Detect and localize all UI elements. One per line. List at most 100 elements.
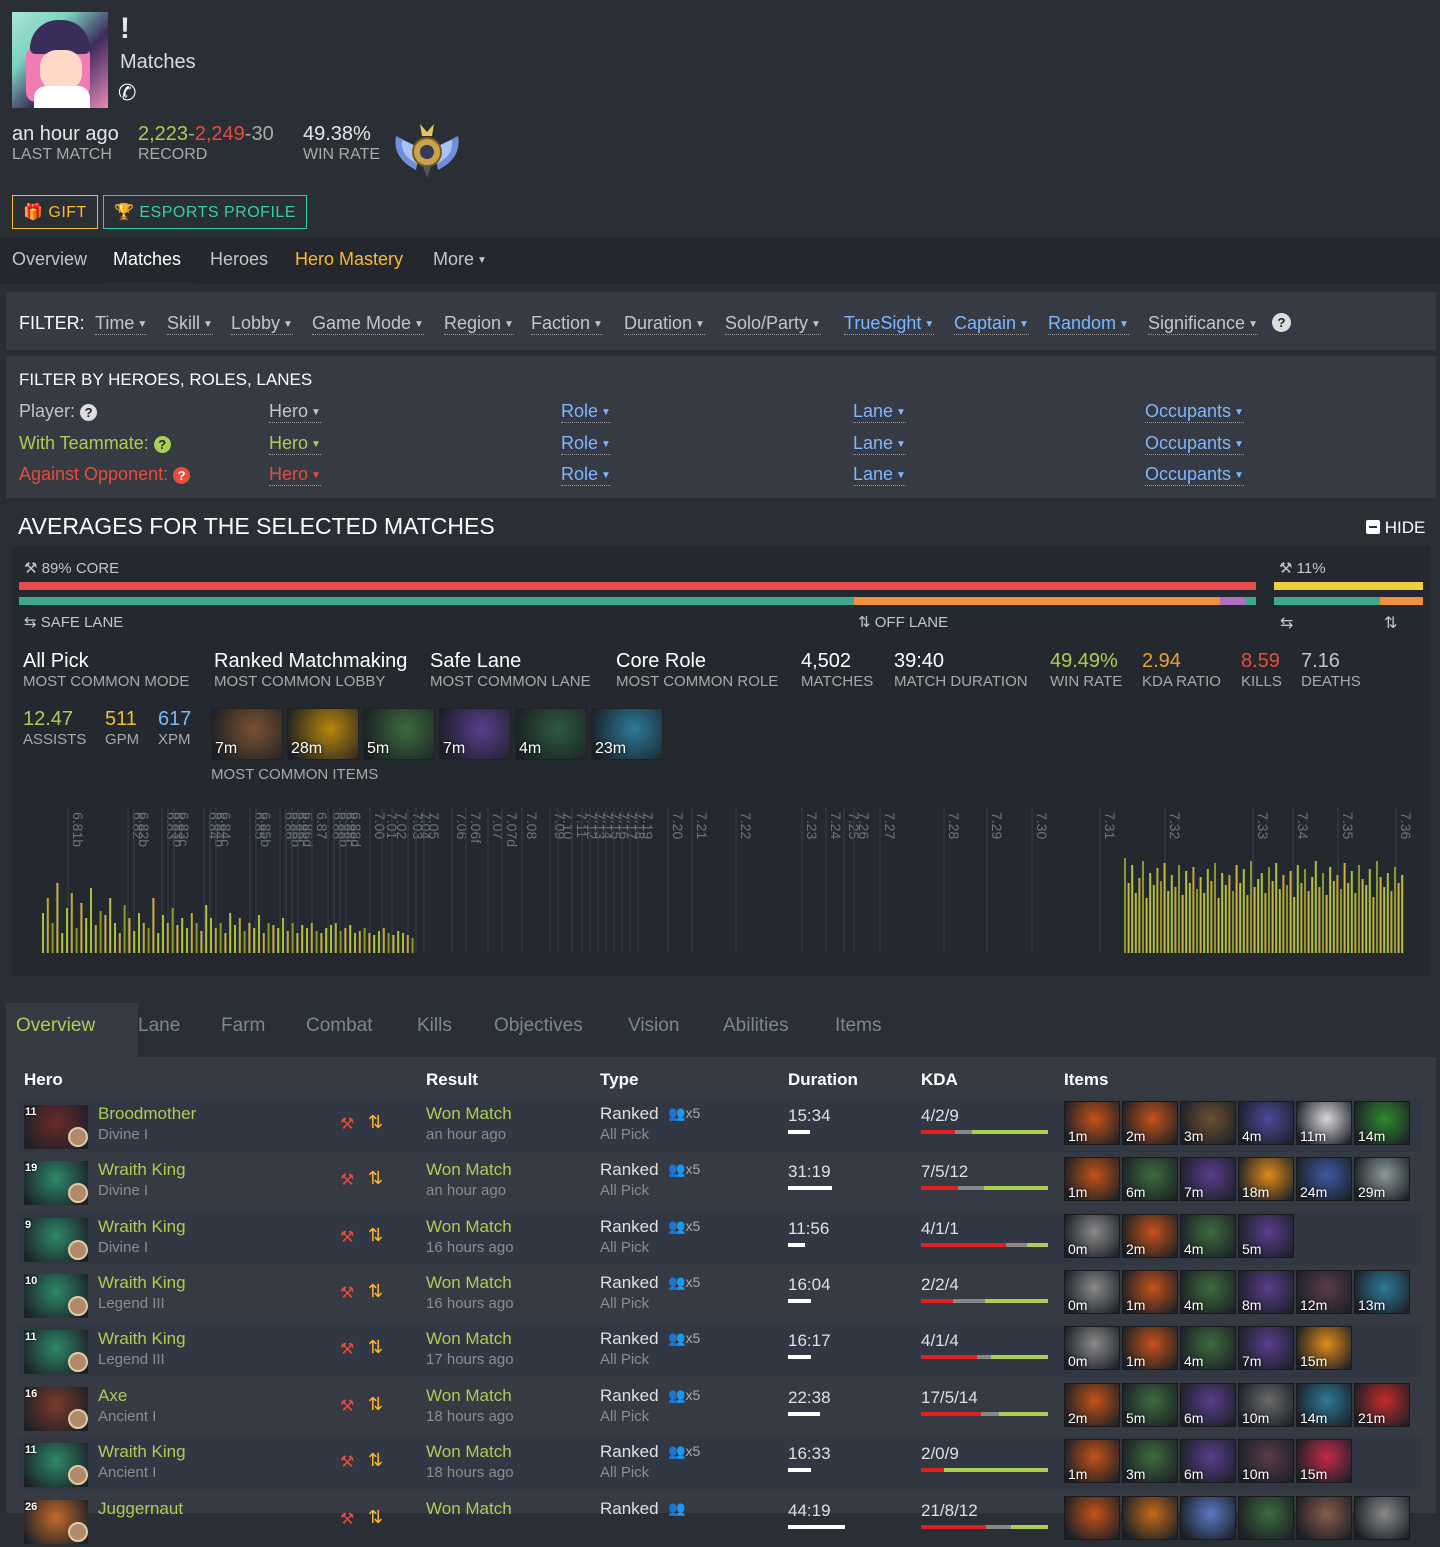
hero-portrait[interactable]: 11 [24, 1105, 88, 1149]
match-result[interactable]: Won Match [426, 1442, 512, 1462]
opponent-lane-select[interactable]: Lane ▼ [853, 464, 906, 486]
item-icon[interactable]: 5m [1122, 1383, 1178, 1427]
filter-time[interactable]: Time ▼ [95, 313, 148, 335]
player-lane-select[interactable]: Lane ▼ [853, 401, 906, 423]
hero-name[interactable]: Wraith King [98, 1329, 186, 1349]
table-row[interactable]: 11 Broodmother Divine I ⚒ ⇅ Won Match an hour … [18, 1099, 1422, 1152]
item-icon[interactable]: 4m [1238, 1101, 1294, 1145]
table-row[interactable]: 11 Wraith King Ancient I ⚒ ⇅ Won Match 18 hour… [18, 1437, 1422, 1490]
item-icon[interactable]: 13m [1354, 1270, 1410, 1314]
item-icon[interactable]: 6m [1180, 1383, 1236, 1427]
item-icon[interactable]: 0m [1064, 1270, 1120, 1314]
match-result[interactable]: Won Match [426, 1160, 512, 1180]
tab-farm[interactable]: Farm [221, 1015, 265, 1037]
table-row[interactable]: 10 Wraith King Legend III ⚒ ⇅ Won Match 16 hou… [18, 1268, 1422, 1321]
hero-portrait[interactable]: 19 [24, 1161, 88, 1205]
item-icon[interactable]: 6m [1122, 1157, 1178, 1201]
nav-hero-mastery[interactable]: Hero Mastery [295, 249, 403, 270]
table-row[interactable]: 9 Wraith King Divine I ⚒ ⇅ Won Match 16 hours … [18, 1212, 1422, 1265]
item-icon[interactable]: 15m [1296, 1439, 1352, 1483]
filter-solo-party[interactable]: Solo/Party ▼ [725, 313, 821, 335]
wand-icon[interactable]: 5m [363, 708, 435, 760]
match-result[interactable]: Won Match [426, 1217, 512, 1237]
col-result[interactable]: Result [426, 1070, 478, 1090]
tab-lane[interactable]: Lane [138, 1015, 180, 1037]
player-role-select[interactable]: Role ▼ [561, 401, 611, 423]
player-occupants-select[interactable]: Occupants ▼ [1145, 401, 1244, 423]
blade-icon[interactable]: 4m [515, 708, 587, 760]
hero-portrait[interactable]: 11 [24, 1443, 88, 1487]
power-treads-icon[interactable]: 7m [439, 708, 511, 760]
filter-duration[interactable]: Duration ▼ [624, 313, 705, 335]
item-icon[interactable]: 11m [1296, 1101, 1352, 1145]
item-icon[interactable]: 2m [1122, 1214, 1178, 1258]
teammate-role-select[interactable]: Role ▼ [561, 433, 611, 455]
item-icon[interactable]: 15m [1296, 1326, 1352, 1370]
player-hero-select[interactable]: Hero ▼ [269, 401, 321, 423]
col-type[interactable]: Type [600, 1070, 638, 1090]
boots-icon[interactable]: 7m [211, 708, 283, 760]
axe-icon[interactable]: 23m [591, 708, 663, 760]
table-row[interactable]: 26 Juggernaut ⚒ ⇅ Won Match Ranked 👥 44:19 21/8/… [18, 1494, 1422, 1547]
item-icon[interactable] [1296, 1496, 1352, 1540]
nav-heroes[interactable]: Heroes [210, 249, 268, 270]
phone-icon[interactable]: ✆ [118, 80, 136, 106]
col-duration[interactable]: Duration [788, 1070, 858, 1090]
item-icon[interactable]: 8m [1238, 1270, 1294, 1314]
hero-name[interactable]: Wraith King [98, 1217, 186, 1237]
opponent-occupants-select[interactable]: Occupants ▼ [1145, 464, 1244, 486]
teammate-lane-select[interactable]: Lane ▼ [853, 433, 906, 455]
filter-game-mode[interactable]: Game Mode ▼ [312, 313, 424, 335]
hero-portrait[interactable]: 26 [24, 1500, 88, 1544]
hero-portrait[interactable]: 10 [24, 1274, 88, 1318]
nav-matches[interactable]: Matches [113, 249, 181, 270]
item-icon[interactable]: 18m [1238, 1157, 1294, 1201]
tab-vision[interactable]: Vision [628, 1015, 679, 1037]
item-icon[interactable]: 14m [1354, 1101, 1410, 1145]
item-icon[interactable]: 10m [1238, 1439, 1294, 1483]
help-icon[interactable]: ? [153, 436, 171, 453]
match-result[interactable]: Won Match [426, 1499, 512, 1519]
helm-icon[interactable]: 28m [287, 708, 359, 760]
help-icon[interactable]: ? [173, 467, 191, 484]
item-icon[interactable]: 3m [1122, 1439, 1178, 1483]
col-kda[interactable]: KDA [921, 1070, 958, 1090]
item-icon[interactable]: 0m [1064, 1214, 1120, 1258]
hero-name[interactable]: Axe [98, 1386, 127, 1406]
tab-objectives[interactable]: Objectives [494, 1015, 583, 1037]
table-row[interactable]: 16 Axe Ancient I ⚒ ⇅ Won Match 18 hours ago Ran… [18, 1381, 1422, 1434]
help-icon[interactable]: ? [80, 404, 98, 421]
col-hero[interactable]: Hero [24, 1070, 63, 1090]
item-icon[interactable]: 4m [1180, 1214, 1236, 1258]
opponent-role-select[interactable]: Role ▼ [561, 464, 611, 486]
item-icon[interactable] [1122, 1496, 1178, 1540]
item-icon[interactable]: 29m [1354, 1157, 1410, 1201]
item-icon[interactable] [1238, 1496, 1294, 1540]
item-icon[interactable]: 1m [1122, 1270, 1178, 1314]
match-result[interactable]: Won Match [426, 1386, 512, 1406]
item-icon[interactable]: 5m [1238, 1214, 1294, 1258]
filter-significance[interactable]: Significance ▼ [1148, 313, 1258, 335]
opponent-hero-select[interactable]: Hero ▼ [269, 464, 321, 486]
hero-name[interactable]: Wraith King [98, 1160, 186, 1180]
item-icon[interactable] [1354, 1496, 1410, 1540]
help-icon[interactable]: ? [1272, 311, 1291, 332]
table-row[interactable]: 19 Wraith King Divine I ⚒ ⇅ Won Match an hour … [18, 1155, 1422, 1208]
filter-truesight[interactable]: TrueSight ▼ [844, 313, 935, 335]
item-icon[interactable]: 1m [1122, 1326, 1178, 1370]
item-icon[interactable]: 1m [1064, 1101, 1120, 1145]
tab-abilities[interactable]: Abilities [723, 1015, 788, 1037]
item-icon[interactable]: 7m [1238, 1326, 1294, 1370]
item-icon[interactable]: 12m [1296, 1270, 1352, 1314]
item-icon[interactable]: 4m [1180, 1326, 1236, 1370]
hide-button[interactable]: HIDE [1366, 518, 1425, 538]
item-icon[interactable]: 4m [1180, 1270, 1236, 1314]
match-result[interactable]: Won Match [426, 1104, 512, 1124]
filter-random[interactable]: Random ▼ [1048, 313, 1129, 335]
item-icon[interactable]: 2m [1064, 1383, 1120, 1427]
hero-name[interactable]: Juggernaut [98, 1499, 183, 1519]
match-result[interactable]: Won Match [426, 1329, 512, 1349]
nav-overview[interactable]: Overview [12, 249, 87, 270]
item-icon[interactable]: 6m [1180, 1439, 1236, 1483]
filter-captain[interactable]: Captain ▼ [954, 313, 1029, 335]
